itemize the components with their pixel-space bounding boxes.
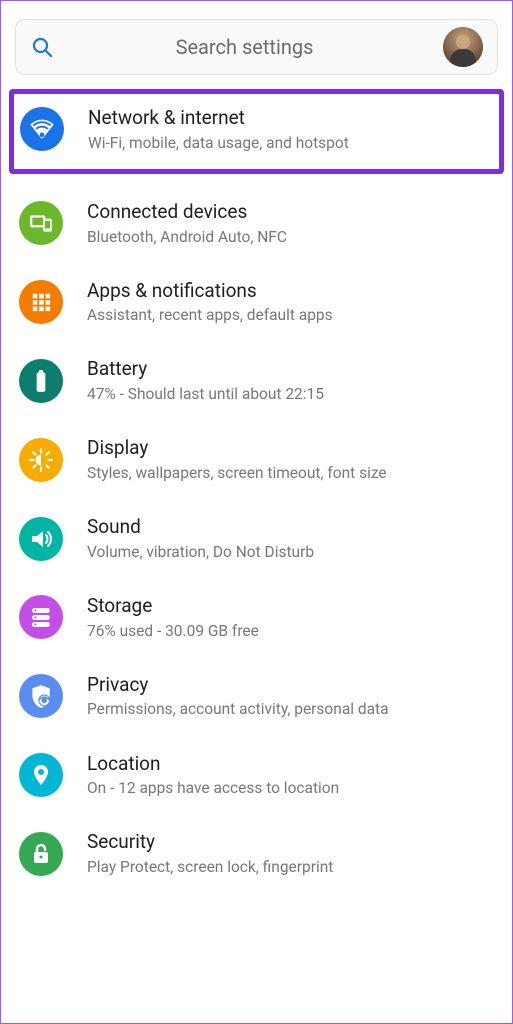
item-title: Security [87,830,494,855]
settings-item-storage[interactable]: Storage 76% used - 30.09 GB free [1,594,512,641]
item-subtitle: Play Protect, screen lock, fingerprint [87,857,494,877]
item-title: Privacy [87,673,494,698]
highlight-frame: Network & internet Wi-Fi, mobile, data u… [9,89,504,174]
security-icon [19,832,63,876]
item-title: Storage [87,594,494,619]
settings-item-network-internet[interactable]: Network & internet Wi-Fi, mobile, data u… [14,94,499,169]
settings-list: Connected devices Bluetooth, Android Aut… [1,180,512,877]
search-placeholder: Search settings [72,35,417,59]
settings-item-security[interactable]: Security Play Protect, screen lock, fing… [1,830,512,877]
wifi-icon [20,107,64,151]
item-subtitle: Assistant, recent apps, default apps [87,305,494,325]
privacy-icon [19,674,63,718]
settings-item-privacy[interactable]: Privacy Permissions, account activity, p… [1,673,512,720]
item-title: Network & internet [88,106,491,131]
item-subtitle: Bluetooth, Android Auto, NFC [87,227,494,247]
settings-item-sound[interactable]: Sound Volume, vibration, Do Not Disturb [1,515,512,562]
avatar[interactable] [443,27,483,67]
sound-icon [19,517,63,561]
apps-icon [19,280,63,324]
display-icon [19,438,63,482]
location-icon [19,753,63,797]
settings-item-location[interactable]: Location On - 12 apps have access to loc… [1,752,512,799]
item-title: Location [87,752,494,777]
item-title: Battery [87,357,494,382]
item-subtitle: On - 12 apps have access to location [87,778,494,798]
settings-item-apps-notifications[interactable]: Apps & notifications Assistant, recent a… [1,279,512,326]
search-icon [30,35,54,59]
item-subtitle: Volume, vibration, Do Not Disturb [87,542,494,562]
battery-icon [19,359,63,403]
item-subtitle: Styles, wallpapers, screen timeout, font… [87,463,494,483]
item-subtitle: 76% used - 30.09 GB free [87,621,494,641]
item-title: Connected devices [87,200,494,225]
item-subtitle: Wi-Fi, mobile, data usage, and hotspot [88,133,491,153]
devices-icon [19,201,63,245]
item-subtitle: 47% - Should last until about 22:15 [87,384,494,404]
item-title: Apps & notifications [87,279,494,304]
storage-icon [19,595,63,639]
settings-item-connected-devices[interactable]: Connected devices Bluetooth, Android Aut… [1,200,512,247]
search-bar[interactable]: Search settings [15,19,498,75]
settings-item-battery[interactable]: Battery 47% - Should last until about 22… [1,357,512,404]
settings-item-display[interactable]: Display Styles, wallpapers, screen timeo… [1,436,512,483]
item-title: Sound [87,515,494,540]
item-subtitle: Permissions, account activity, personal … [87,699,494,719]
item-title: Display [87,436,494,461]
